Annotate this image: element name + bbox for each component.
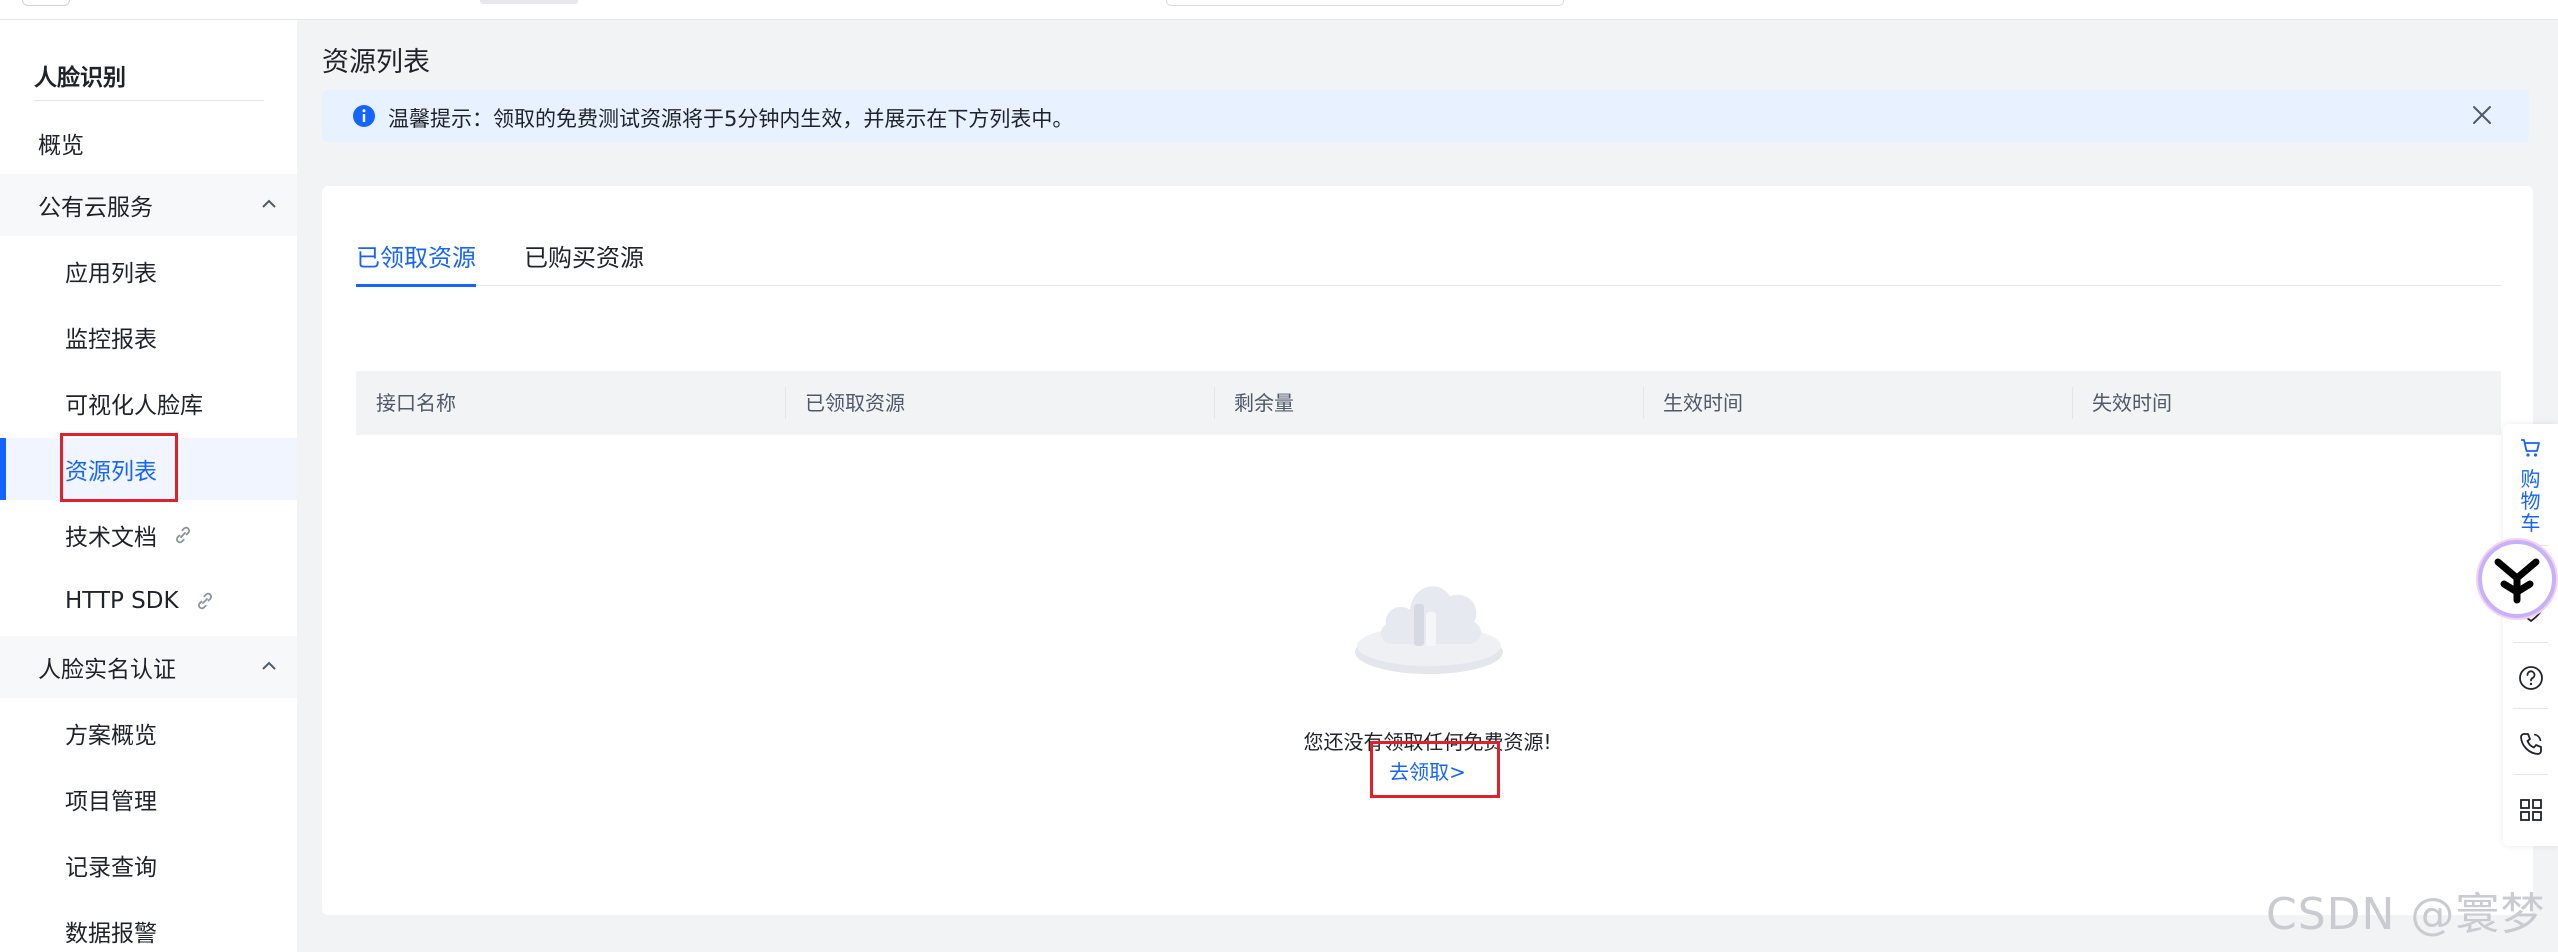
sidebar-group-face-verification[interactable]: 人脸实名认证 <box>0 636 297 698</box>
page-title: 资源列表 <box>322 47 430 78</box>
help-icon[interactable] <box>2517 664 2545 692</box>
grid-icon[interactable] <box>2517 796 2545 824</box>
phone-icon[interactable] <box>2517 730 2545 758</box>
toolbar-divider <box>2513 774 2548 775</box>
toolbar-divider <box>2513 642 2548 643</box>
info-icon <box>353 105 375 127</box>
column-header: 生效时间 <box>1643 371 2072 435</box>
floating-toolbar: 购 物 车 <box>2503 424 2558 846</box>
sidebar-item-tech-docs[interactable]: 技术文档 <box>0 504 297 566</box>
top-bar-tab[interactable] <box>480 0 578 4</box>
top-bar-button[interactable] <box>22 0 70 6</box>
top-bar <box>0 0 2558 20</box>
empty-state-illustration <box>1355 586 1503 674</box>
sidebar-item-label: 技术文档 <box>65 525 157 551</box>
sidebar-item-label: 概览 <box>38 133 84 159</box>
toolbar-divider <box>2513 708 2548 709</box>
assistant-logo-icon <box>2494 558 2540 604</box>
sidebar-item-label: 项目管理 <box>65 789 157 815</box>
column-header: 已领取资源 <box>785 371 1214 435</box>
sidebar-item-label: 应用列表 <box>65 261 157 287</box>
watermark: CSDN @寰梦 <box>2266 889 2546 940</box>
resource-card: 已领取资源 已购买资源 接口名称 已领取资源 剩余量 生效时间 失效时间 您还没… <box>322 186 2533 915</box>
link-icon <box>176 526 190 544</box>
top-search-input[interactable] <box>1166 0 1564 6</box>
notice-text: 温馨提示：领取的免费测试资源将于5分钟内生效，并展示在下方列表中。 <box>388 107 1074 131</box>
shopping-cart-icon[interactable] <box>2519 436 2543 460</box>
shopping-cart-label[interactable]: 购 物 车 <box>2503 468 2558 534</box>
chevron-up-icon <box>262 199 276 208</box>
sidebar-group-label: 人脸实名认证 <box>38 657 176 683</box>
close-icon[interactable] <box>2469 102 2495 128</box>
sidebar-item-label: 数据报警 <box>65 921 157 947</box>
chevron-up-icon <box>262 661 276 670</box>
ai-assistant-icon[interactable] <box>2478 540 2556 618</box>
sidebar-item-app-list[interactable]: 应用列表 <box>0 240 297 302</box>
sidebar-item-overview[interactable]: 概览 <box>0 112 297 174</box>
sidebar-item-label: HTTP SDK <box>65 588 179 614</box>
cart-label-char: 购 <box>2520 467 2541 491</box>
column-header: 剩余量 <box>1214 371 1643 435</box>
tab-purchased-resources[interactable]: 已购买资源 <box>524 236 644 286</box>
sidebar-item-label: 可视化人脸库 <box>65 393 203 419</box>
tab-claimed-resources[interactable]: 已领取资源 <box>356 236 476 287</box>
sidebar-item-record-query[interactable]: 记录查询 <box>0 834 297 896</box>
sidebar-item-data-alarm[interactable]: 数据报警 <box>0 900 297 952</box>
sidebar-group-public-cloud[interactable]: 公有云服务 <box>0 174 297 236</box>
table-header: 接口名称 已领取资源 剩余量 生效时间 失效时间 <box>356 371 2501 435</box>
sidebar-item-http-sdk[interactable]: HTTP SDK <box>0 570 297 632</box>
sidebar-title: 人脸识别 <box>34 65 126 91</box>
highlight-box <box>60 433 178 502</box>
sidebar-item-label: 方案概览 <box>65 723 157 749</box>
sidebar-item-label: 监控报表 <box>65 327 157 353</box>
column-header: 接口名称 <box>376 391 456 415</box>
notice-banner: 温馨提示：领取的免费测试资源将于5分钟内生效，并展示在下方列表中。 <box>322 90 2529 142</box>
sidebar-item-solution-overview[interactable]: 方案概览 <box>0 702 297 764</box>
highlight-box <box>1370 741 1500 798</box>
sidebar-group-label: 公有云服务 <box>38 195 153 221</box>
sidebar-item-project-management[interactable]: 项目管理 <box>0 768 297 830</box>
sidebar-divider <box>34 100 264 101</box>
cart-label-char: 物 <box>2520 489 2541 513</box>
cart-label-char: 车 <box>2520 511 2541 535</box>
column-header: 失效时间 <box>2072 371 2501 435</box>
sidebar-item-face-library[interactable]: 可视化人脸库 <box>0 372 297 434</box>
link-icon <box>197 592 212 610</box>
sidebar-item-monitor-report[interactable]: 监控报表 <box>0 306 297 368</box>
sidebar-item-label: 记录查询 <box>65 855 157 881</box>
tab-bar: 已领取资源 已购买资源 <box>356 236 2501 287</box>
